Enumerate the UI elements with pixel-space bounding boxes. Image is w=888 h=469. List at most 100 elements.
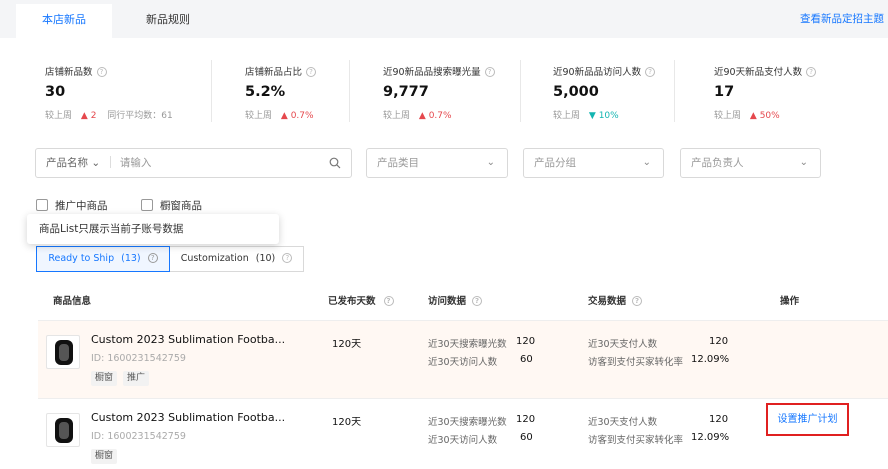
metric-label: 访客到支付买家转化率 <box>588 435 684 446</box>
help-icon[interactable]: ? <box>306 67 317 77</box>
tab-store-new-products[interactable]: 本店新品 <box>16 4 112 38</box>
table-row: Custom 2023 Sublimation Footba... ID: 16… <box>38 398 888 469</box>
product-tags: 橱窗 <box>91 448 123 464</box>
metric-value: 12.09% <box>691 432 730 443</box>
stat-value: 30 <box>45 84 66 100</box>
product-thumbnail[interactable] <box>46 413 80 447</box>
checkbox-promoting[interactable]: 推广中商品 <box>36 198 108 213</box>
tag-showcase: 橱窗 <box>91 449 118 464</box>
segment-count: (10) <box>255 253 276 264</box>
segment-count: (13) <box>121 253 141 264</box>
help-icon[interactable]: ? <box>282 253 293 263</box>
stat-new-product-ratio: 店铺新品占比? 5.2% 较上周 ▲ 0.7% <box>245 64 317 121</box>
stat-value: 9,777 <box>383 84 429 100</box>
divider <box>520 60 521 122</box>
product-tags: 橱窗 推广 <box>91 370 155 386</box>
stat-visitors: 近90新品品访问人数? 5,000 较上周 ▼ 10% <box>553 64 656 121</box>
product-id: ID: 1600231542759 <box>91 353 186 364</box>
ring-image <box>55 340 73 365</box>
tab-ready-to-ship[interactable]: Ready to Ship (13) ? <box>36 246 170 272</box>
product-name-link[interactable]: Custom 2023 Sublimation Footba... <box>91 411 285 424</box>
view-new-product-theme-link[interactable]: 查看新品定招主题 <box>800 11 884 26</box>
checkbox-icon[interactable] <box>141 199 153 211</box>
chevron-down-icon: ⌄ <box>91 157 101 169</box>
help-icon[interactable]: ? <box>806 67 817 77</box>
stat-change: 0.7% <box>290 111 314 121</box>
set-promotion-plan-button[interactable]: 设置推广计划 <box>766 403 849 436</box>
product-name-link[interactable]: Custom 2023 Sublimation Footba... <box>91 333 285 346</box>
product-id: ID: 1600231542759 <box>91 431 186 442</box>
stat-value: 17 <box>714 84 735 100</box>
metric-value: 120 <box>709 414 729 425</box>
help-icon[interactable]: ? <box>632 296 643 306</box>
product-name-search[interactable]: 产品名称 ⌄ 请输入 <box>35 148 352 178</box>
stat-change: 10% <box>598 111 619 121</box>
column-header-ops: 操作 <box>780 296 800 307</box>
group-select-label: 产品分组 <box>534 157 576 169</box>
tab-customization[interactable]: Customization (10) ? <box>170 246 304 272</box>
metric-value: 12.09% <box>691 354 730 365</box>
divider <box>109 156 111 168</box>
divider <box>349 60 350 122</box>
stat-change: 0.7% <box>428 111 452 121</box>
metric-label: 近30天搜索曝光数 <box>428 417 507 428</box>
metric-label: 访客到支付买家转化率 <box>588 357 684 368</box>
stat-label: 近90天新品支付人数 <box>714 67 803 78</box>
help-icon[interactable]: ? <box>484 67 495 77</box>
published-days: 120天 <box>332 417 362 428</box>
metric-label: 近30天支付人数 <box>588 417 658 428</box>
tab-new-product-rules[interactable]: 新品规则 <box>118 4 218 38</box>
category-select-label: 产品类目 <box>377 157 419 169</box>
stat-compare-label: 较上周 <box>383 111 411 121</box>
category-select[interactable]: 产品类目 ⌄ <box>366 148 508 178</box>
owner-select-label: 产品负责人 <box>691 157 744 169</box>
metric-value: 60 <box>520 432 533 443</box>
checkbox-label: 推广中商品 <box>55 200 108 212</box>
owner-select[interactable]: 产品负责人 ⌄ <box>680 148 821 178</box>
arrow-up-icon: ▲ <box>749 111 757 121</box>
checkbox-showcase[interactable]: 橱窗商品 <box>141 198 202 213</box>
stat-peer-average: 同行平均数：61 <box>107 111 173 121</box>
stat-compare-label: 较上周 <box>553 111 581 121</box>
published-days: 120天 <box>332 339 362 350</box>
column-header-info: 商品信息 <box>53 296 92 307</box>
tag-showcase: 橱窗 <box>91 371 118 386</box>
metric-label: 近30天访问人数 <box>428 357 498 368</box>
stat-new-product-count: 店铺新品数? 30 较上周 ▲ 2 同行平均数：61 <box>45 64 173 121</box>
divider <box>674 60 675 122</box>
help-icon[interactable]: ? <box>472 296 483 306</box>
search-input[interactable]: 请输入 <box>120 157 152 169</box>
ring-image <box>55 418 73 443</box>
checkbox-icon[interactable] <box>36 199 48 211</box>
divider <box>211 60 212 122</box>
column-header-days: 已发布天数 <box>328 296 376 307</box>
table-row: Custom 2023 Sublimation Footba... ID: 16… <box>38 320 888 398</box>
metric-value: 120 <box>516 414 536 425</box>
help-icon[interactable]: ? <box>383 296 394 306</box>
help-icon[interactable]: ? <box>645 67 656 77</box>
search-icon[interactable] <box>329 157 341 169</box>
product-thumbnail[interactable] <box>46 335 80 369</box>
arrow-down-icon: ▼ <box>588 111 596 121</box>
help-icon[interactable]: ? <box>147 253 158 263</box>
metric-value: 60 <box>520 354 533 365</box>
arrow-up-icon: ▲ <box>418 111 426 121</box>
metric-label: 近30天支付人数 <box>588 339 658 350</box>
tab-bar: 本店新品 新品规则 查看新品定招主题 <box>0 0 888 38</box>
stat-value: 5.2% <box>245 84 286 100</box>
stat-change: 2 <box>90 111 97 121</box>
segment-label: Customization <box>180 253 249 264</box>
stat-compare-label: 较上周 <box>714 111 742 121</box>
metric-value: 120 <box>516 336 536 347</box>
group-select[interactable]: 产品分组 ⌄ <box>523 148 664 178</box>
segment-label: Ready to Ship <box>48 253 115 264</box>
stat-value: 5,000 <box>553 84 599 100</box>
arrow-up-icon: ▲ <box>280 111 288 121</box>
help-icon[interactable]: ? <box>96 67 107 77</box>
metric-value: 120 <box>709 336 729 347</box>
column-header-visit: 访问数据 <box>428 296 467 307</box>
sub-account-tooltip: 商品List只展示当前子账号数据 <box>27 214 279 244</box>
stats-panel: 店铺新品数? 30 较上周 ▲ 2 同行平均数：61 店铺新品占比? 5.2% … <box>16 38 888 134</box>
stat-label: 近90新品品搜索曝光量 <box>383 67 481 78</box>
metric-label: 近30天搜索曝光数 <box>428 339 507 350</box>
